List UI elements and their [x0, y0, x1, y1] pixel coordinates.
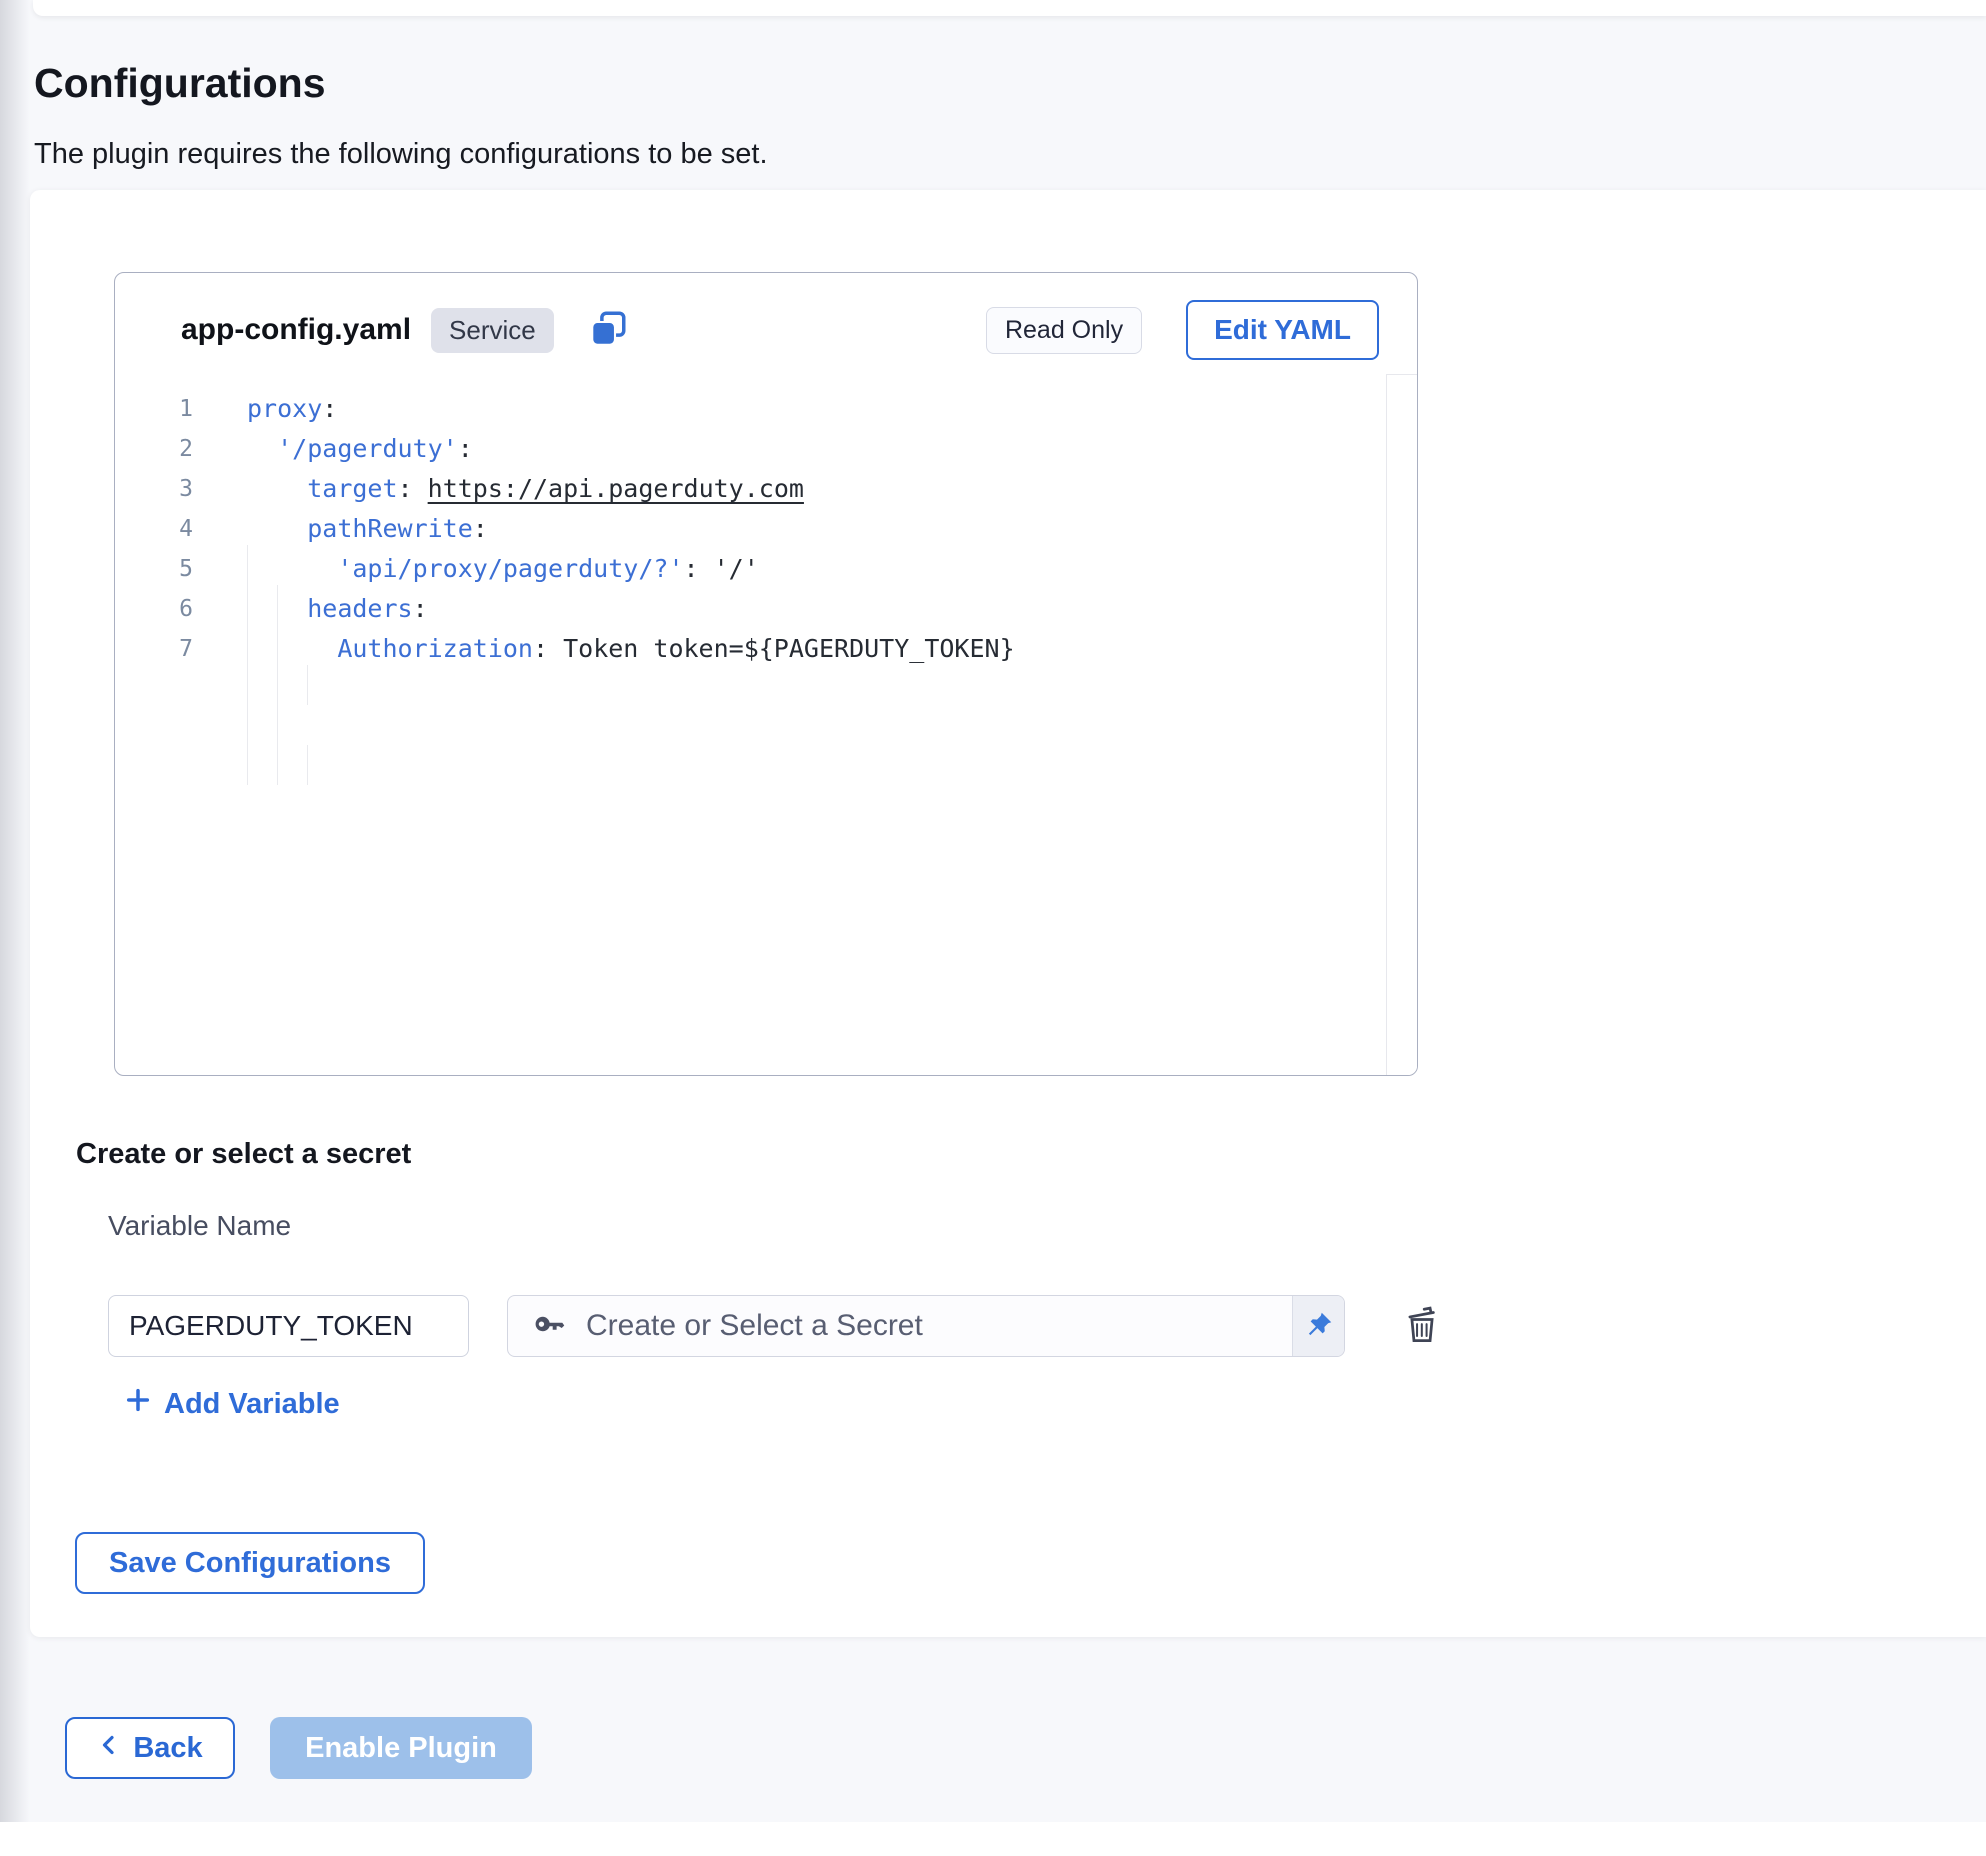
footer-actions: Back Enable Plugin: [65, 1717, 532, 1779]
chevron-left-icon: [97, 1732, 121, 1765]
code-line: 5 'api/proxy/pagerduty/?': '/': [115, 549, 1386, 589]
code-text: 'api/proxy/pagerduty/?': '/': [211, 549, 759, 589]
code-text: '/pagerduty':: [211, 429, 473, 469]
line-number: 1: [115, 389, 211, 429]
indent-guide: [247, 545, 248, 785]
add-variable-label: Add Variable: [164, 1388, 340, 1421]
pushpin-icon: [1304, 1310, 1334, 1343]
service-badge: Service: [431, 308, 554, 353]
copy-button[interactable]: [586, 308, 630, 352]
code-line: 2 '/pagerduty':: [115, 429, 1386, 469]
line-number: 2: [115, 429, 211, 469]
plus-icon: [124, 1386, 152, 1422]
code-line: 7 Authorization: Token token=${PAGERDUTY…: [115, 629, 1386, 669]
add-variable-link[interactable]: Add Variable: [124, 1386, 340, 1422]
code-text: target: https://api.pagerduty.com: [211, 469, 804, 509]
code-text: Authorization: Token token=${PAGERDUTY_T…: [211, 629, 1015, 669]
enable-plugin-button[interactable]: Enable Plugin: [270, 1717, 532, 1779]
code-line: 4 pathRewrite:: [115, 509, 1386, 549]
copy-icon: [587, 308, 629, 353]
editor-scrollbar[interactable]: [1386, 374, 1417, 1075]
yaml-editor-header: app-config.yaml Service Read Only Edit Y…: [115, 273, 1417, 381]
code-line: 3 target: https://api.pagerduty.com: [115, 469, 1386, 509]
secret-select-main[interactable]: Create or Select a Secret: [508, 1296, 1292, 1356]
previous-card-bottom-edge: [33, 0, 1986, 16]
secret-section-heading: Create or select a secret: [76, 1138, 411, 1171]
configurations-card: app-config.yaml Service Read Only Edit Y…: [30, 190, 1986, 1637]
line-number: 7: [115, 629, 211, 669]
file-name: app-config.yaml: [181, 313, 411, 347]
left-edge-shadow: [0, 0, 30, 1822]
yaml-editor-card: app-config.yaml Service Read Only Edit Y…: [114, 272, 1418, 1076]
code-text: pathRewrite:: [211, 509, 488, 549]
variable-name-input[interactable]: [108, 1295, 469, 1357]
line-number: 5: [115, 549, 211, 589]
page-title: Configurations: [34, 60, 326, 107]
code-line: 1 proxy:: [115, 389, 1386, 429]
code-area[interactable]: 1 proxy: 2 '/pagerduty': 3 target: https…: [115, 389, 1386, 669]
code-text: headers:: [211, 589, 428, 629]
save-configurations-button[interactable]: Save Configurations: [75, 1532, 425, 1594]
code-text: proxy:: [211, 389, 337, 429]
pin-button[interactable]: [1292, 1296, 1344, 1356]
indent-guide: [307, 745, 308, 785]
next-section-top-edge: [0, 1822, 1986, 1856]
page-subtitle: The plugin requires the following config…: [34, 138, 768, 171]
secret-select[interactable]: Create or Select a Secret: [507, 1295, 1345, 1357]
delete-variable-button[interactable]: [1398, 1302, 1446, 1350]
line-number: 3: [115, 469, 211, 509]
variable-name-label: Variable Name: [108, 1210, 291, 1242]
key-icon: [532, 1306, 568, 1347]
back-button[interactable]: Back: [65, 1717, 235, 1779]
line-number: 4: [115, 509, 211, 549]
line-number: 6: [115, 589, 211, 629]
trash-icon: [1400, 1303, 1444, 1350]
plugin-configuration-page: Configurations The plugin requires the f…: [0, 0, 1986, 1856]
back-button-label: Back: [133, 1732, 202, 1765]
code-line: 6 headers:: [115, 589, 1386, 629]
edit-yaml-button[interactable]: Edit YAML: [1186, 300, 1379, 360]
secret-select-placeholder: Create or Select a Secret: [586, 1309, 923, 1343]
read-only-badge: Read Only: [986, 307, 1142, 354]
indent-guide: [307, 665, 308, 705]
indent-guide: [277, 585, 278, 785]
